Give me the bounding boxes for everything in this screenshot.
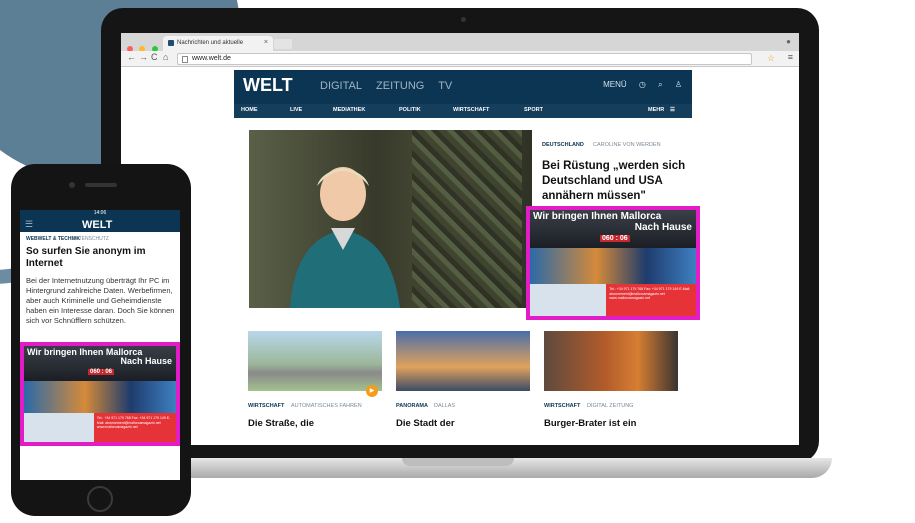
lead-story-image[interactable] [249,130,532,308]
nav-politik[interactable]: POLITIK [399,107,421,113]
tab-close-icon[interactable]: × [264,39,268,46]
ad-subtitle: Nach Hause [634,222,692,233]
phone-menu-icon[interactable]: ☰ [25,219,33,230]
browser-menu-icon[interactable]: ≡ [788,52,793,62]
ad-header: Wir bringen Ihnen Mallorca Nach Hause 06… [530,210,696,249]
teaser-title[interactable]: Die Stadt der [396,418,455,429]
profile-icon[interactable]: ● [786,37,791,46]
clock-icon[interactable]: ◷ [639,80,646,89]
home-icon[interactable]: ⌂ [163,52,168,62]
teaser-kicker[interactable]: PANORAMA [396,403,428,409]
section-digital[interactable]: DIGITAL [320,80,362,92]
ad-newspaper-image [530,284,607,316]
phone-ad-header: Wir bringen Ihnen Mallorca Nach Hause 06… [24,346,176,381]
phone-screen: 14:06 ☰ WELT WEBWELT & TECHNIK DATENSCHU… [20,210,180,480]
laptop-screen: Nachrichten und aktuelle × ● ← → C ⌂ www… [121,33,799,445]
teaser-kicker-sub[interactable]: DALLAS [434,403,455,409]
welt-logo[interactable]: WELT [243,75,293,96]
phone-ad-counter: 060 : 06 [88,369,115,375]
teaser-kicker-sub[interactable]: AUTOMATISCHES FAHREN [291,403,362,409]
user-icon[interactable]: ♙ [675,80,682,89]
teaser-image-road[interactable] [248,331,382,391]
search-icon[interactable]: ⌕ [658,80,662,89]
soldiers-image-area [412,130,522,308]
url-text: www.welt.de [192,55,231,62]
reload-icon[interactable]: C [151,52,158,62]
phone-camera [69,182,75,188]
ad-image [530,248,696,285]
phone-ad-subtitle: Nach Hause [120,356,172,366]
teaser-image-city[interactable] [396,331,530,391]
teaser-kicker[interactable]: WIRTSCHAFT [544,403,580,409]
browser-tab[interactable]: Nachrichten und aktuelle × [163,36,273,51]
laptop-camera [461,17,466,22]
lead-kicker-sub[interactable]: CAROLINE VON WERDEN [593,142,661,148]
phone-ad-contact: Tel.: +34 971 179 768 Fax: +34 971 179 1… [93,413,176,442]
hamburger-icon[interactable]: ☰ [670,107,675,113]
teaser-image-burger[interactable] [544,331,678,391]
phone-status-bar: 14:06 [20,210,180,218]
lead-kicker[interactable]: DEUTSCHLAND [542,142,584,148]
nav-sport[interactable]: SPORT [524,107,543,113]
forward-arrow-icon[interactable]: → [139,52,148,62]
ad-counter: 060 : 06 [600,235,630,242]
teaser-title[interactable]: Burger-Brater ist ein [544,418,636,429]
address-bar[interactable]: www.welt.de [177,53,752,65]
site-header: WELT DIGITAL ZEITUNG TV MENÜ ◷ ⌕ ♙ [234,70,692,104]
phone-ad-image [24,380,176,414]
site-subnav: HOME LIVE MEDIATHEK POLITIK WIRTSCHAFT S… [234,104,692,118]
person-photo [290,167,400,308]
new-tab-button[interactable] [274,39,292,49]
phone-ad-newspaper-image [24,413,94,442]
phone-kicker-sub[interactable]: DATENSCHUTZ [72,236,109,242]
video-play-icon[interactable]: ▶ [366,385,378,397]
section-zeitung[interactable]: ZEITUNG [376,80,424,92]
header-actions: MENÜ ◷ ⌕ ♙ [593,80,682,90]
menu-label[interactable]: MENÜ [603,80,627,89]
phone-site-header: ☰ WELT [20,218,180,232]
bookmark-star-icon[interactable]: ☆ [767,53,775,64]
nav-wirtschaft[interactable]: WIRTSCHAFT [453,107,489,113]
welt-website: WELT DIGITAL ZEITUNG TV MENÜ ◷ ⌕ ♙ HOME … [121,68,799,445]
laptop-notch [402,458,514,466]
teaser-title[interactable]: Die Straße, die [248,418,314,429]
phone-mallorca-ad-banner[interactable]: Wir bringen Ihnen Mallorca Nach Hause 06… [20,342,180,446]
ad-title: Wir bringen Ihnen Mallorca [533,211,662,222]
phone-welt-logo[interactable]: WELT [82,219,112,231]
ad-contact: Tel.: +34 971 179 768 Fax: +34 971 179 1… [606,284,696,316]
browser-toolbar: ← → C ⌂ www.welt.de ☆ ≡ [121,51,799,67]
nav-mediathek[interactable]: MEDIATHEK [333,107,365,113]
lead-headline[interactable]: Bei Rüstung „werden sich Deutschland und… [542,159,697,204]
phone-speaker [85,183,117,187]
teaser-kicker-sub[interactable]: DIGITAL ZEITUNG [587,403,633,409]
nav-live[interactable]: LIVE [290,107,302,113]
phone-article-body: Bei der Internetnutzung überträgt Ihr PC… [26,276,175,325]
section-tv[interactable]: TV [438,80,452,92]
teaser-kicker[interactable]: WIRTSCHAFT [248,403,284,409]
phone-home-button[interactable] [87,486,113,512]
page-icon [182,56,188,63]
phone-time: 14:06 [93,210,107,216]
back-arrow-icon[interactable]: ← [127,52,136,62]
nav-more[interactable]: MEHR [648,107,664,113]
phone-headline[interactable]: So surfen Sie anonym im Internet [26,246,176,270]
nav-home[interactable]: HOME [241,107,258,113]
browser-tab-bar: Nachrichten und aktuelle × ● [121,33,799,52]
section-links: DIGITAL ZEITUNG TV [320,80,463,92]
tab-title: Nachrichten und aktuelle [177,40,244,46]
mallorca-ad-banner[interactable]: Wir bringen Ihnen Mallorca Nach Hause 06… [526,206,700,320]
promo-stage: Nachrichten und aktuelle × ● ← → C ⌂ www… [0,0,915,523]
welt-favicon-icon [168,40,174,46]
